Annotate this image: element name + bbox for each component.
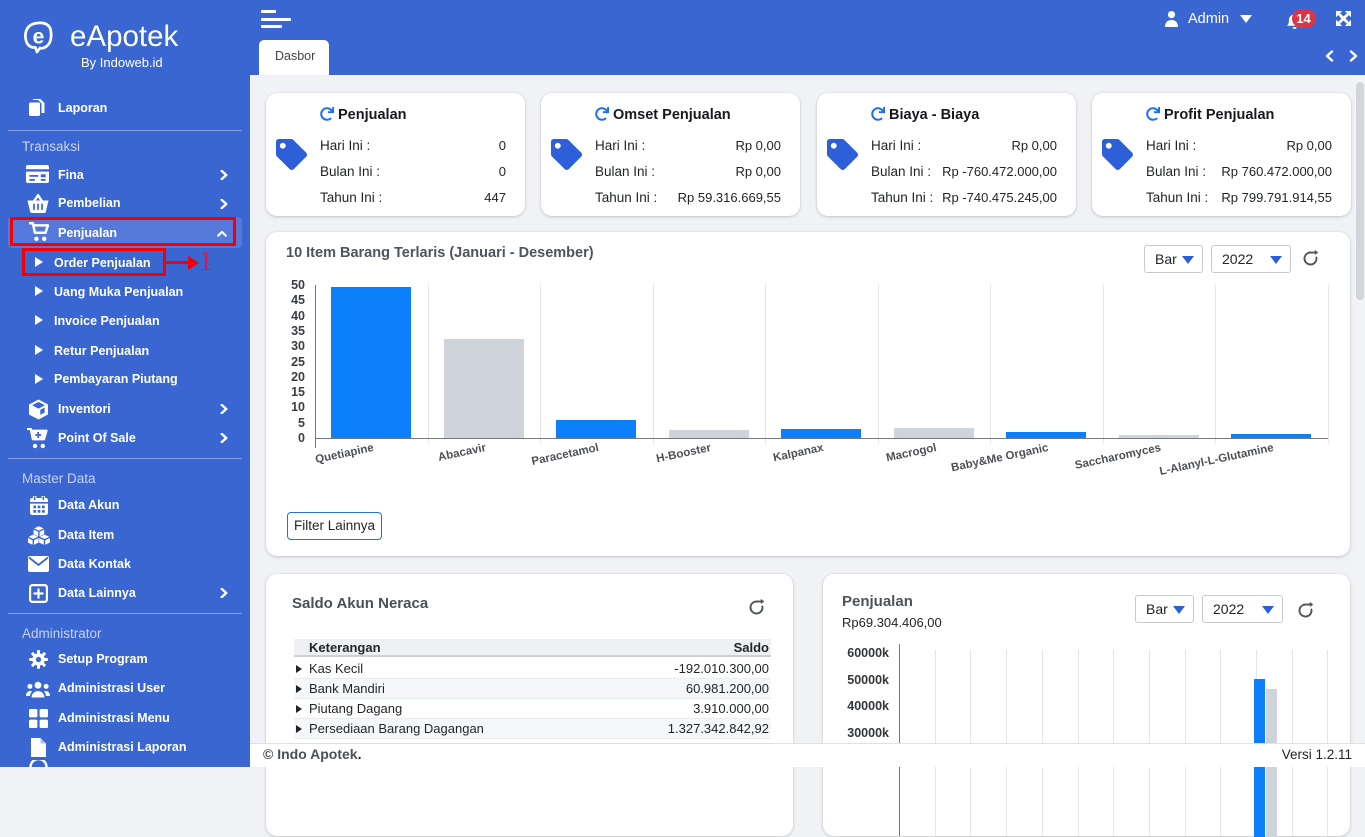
- svg-text:e: e: [33, 26, 45, 49]
